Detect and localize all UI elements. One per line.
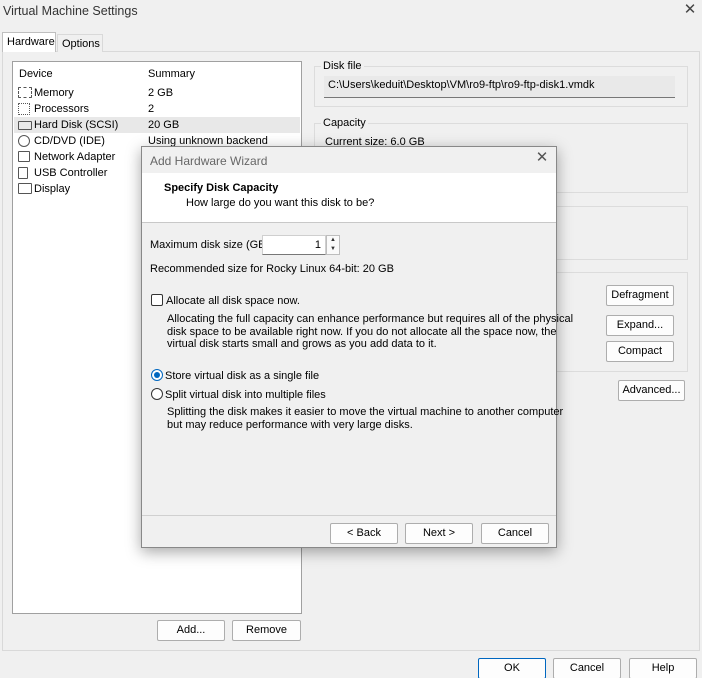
summary-column-header[interactable]: Summary xyxy=(148,68,195,80)
spin-down-icon[interactable]: ▼ xyxy=(327,245,339,254)
split-description: Splitting the disk makes it easier to mo… xyxy=(167,406,563,431)
allocate-description-line: virtual disk starts small and grows as y… xyxy=(167,338,437,350)
window-title: Virtual Machine Settings xyxy=(3,4,138,18)
ok-button[interactable]: OK xyxy=(478,658,546,678)
processor-icon xyxy=(18,103,30,115)
device-row-processors[interactable]: Processors 2 xyxy=(14,101,300,117)
allocate-description-line: disk space to be available right now. If… xyxy=(167,325,557,338)
single-file-radio[interactable] xyxy=(151,369,163,381)
device-column-header[interactable]: Device xyxy=(19,68,53,80)
dialog-header: Specify Disk Capacity How large do you w… xyxy=(142,173,556,223)
max-disk-size-label: Maximum disk size (GB): xyxy=(150,239,273,251)
remove-device-button[interactable]: Remove xyxy=(232,620,301,641)
device-name: Memory xyxy=(34,87,74,99)
tab-hardware[interactable]: Hardware xyxy=(2,32,56,52)
device-name: CD/DVD (IDE) xyxy=(34,135,105,147)
network-adapter-icon xyxy=(18,151,30,162)
cancel-button[interactable]: Cancel xyxy=(553,658,621,678)
dialog-footer-divider xyxy=(142,515,556,516)
back-button[interactable]: < Back xyxy=(330,523,398,544)
display-icon xyxy=(18,183,32,194)
capacity-group-title: Capacity xyxy=(321,117,368,129)
device-row-memory[interactable]: Memory 2 GB xyxy=(14,85,300,101)
help-button[interactable]: Help xyxy=(629,658,697,678)
device-row-hard-disk[interactable]: Hard Disk (SCSI) 20 GB xyxy=(14,117,300,133)
allocate-description: Allocating the full capacity can enhance… xyxy=(167,313,573,351)
max-disk-size-stepper[interactable]: ▲ ▼ xyxy=(326,235,340,255)
device-summary: 20 GB xyxy=(148,119,180,131)
recommended-size-text: Recommended size for Rocky Linux 64-bit:… xyxy=(150,263,394,275)
add-device-button[interactable]: Add... xyxy=(157,620,225,641)
device-summary: 2 xyxy=(148,103,155,115)
device-name: Hard Disk (SCSI) xyxy=(34,119,119,131)
dialog-title: Add Hardware Wizard xyxy=(150,154,268,168)
next-button[interactable]: Next > xyxy=(405,523,473,544)
dialog-cancel-button[interactable]: Cancel xyxy=(481,523,549,544)
allocate-all-label[interactable]: Allocate all disk space now. xyxy=(166,295,300,307)
cd-dvd-icon xyxy=(18,135,30,147)
disk-file-group-title: Disk file xyxy=(321,60,364,72)
spin-up-icon[interactable]: ▲ xyxy=(327,236,339,245)
allocate-all-checkbox[interactable] xyxy=(151,294,163,306)
split-description-line: Splitting the disk makes it easier to mo… xyxy=(167,406,564,418)
max-disk-size-input[interactable]: 1 xyxy=(262,235,326,255)
device-summary: 2 GB xyxy=(148,87,174,99)
usb-controller-icon xyxy=(18,167,28,179)
memory-icon xyxy=(18,87,32,98)
compact-button[interactable]: Compact xyxy=(606,341,674,362)
expand-button[interactable]: Expand... xyxy=(606,315,674,336)
window-close-icon[interactable]: ✕ xyxy=(682,2,698,18)
device-name: Display xyxy=(34,183,71,195)
dialog-heading: Specify Disk Capacity xyxy=(164,182,279,194)
allocate-description-line: Allocating the full capacity can enhance… xyxy=(167,313,574,325)
split-description-line: but may reduce performance with very lar… xyxy=(167,418,413,431)
defragment-button[interactable]: Defragment xyxy=(606,285,674,306)
hard-disk-icon xyxy=(18,121,32,130)
split-files-radio[interactable] xyxy=(151,388,163,400)
tab-options[interactable]: Options xyxy=(57,34,103,52)
device-name: Network Adapter xyxy=(34,151,116,163)
disk-file-path-field[interactable]: C:\Users\keduit\Desktop\VM\ro9-ftp\ro9-f… xyxy=(324,76,675,98)
split-files-label[interactable]: Split virtual disk into multiple files xyxy=(165,389,326,401)
dialog-close-icon[interactable]: ✕ xyxy=(534,150,550,166)
device-name: USB Controller xyxy=(34,167,108,179)
add-hardware-wizard-dialog: Add Hardware Wizard ✕ Specify Disk Capac… xyxy=(141,146,573,548)
dialog-subheading: How large do you want this disk to be? xyxy=(186,197,375,209)
device-name: Processors xyxy=(34,103,90,115)
advanced-button[interactable]: Advanced... xyxy=(618,380,685,401)
single-file-label[interactable]: Store virtual disk as a single file xyxy=(165,370,319,382)
